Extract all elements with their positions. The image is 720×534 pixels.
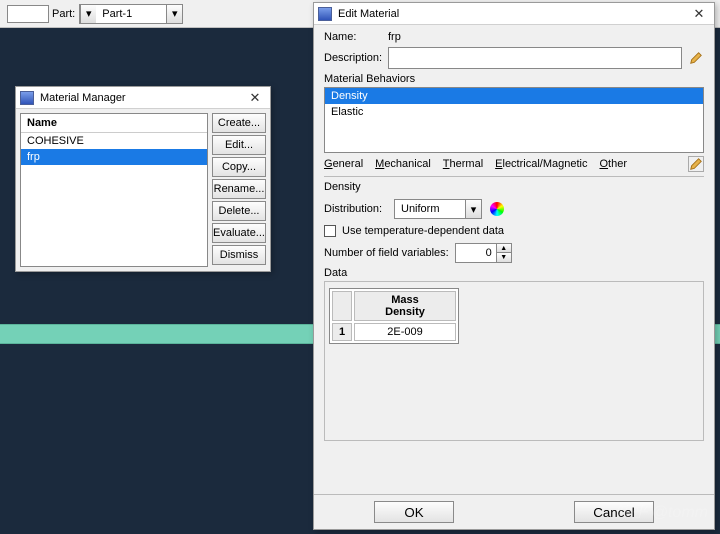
distribution-combo[interactable]: Uniform ▾ bbox=[394, 199, 482, 219]
part-label: Part: bbox=[52, 8, 75, 20]
behaviors-label: Material Behaviors bbox=[324, 73, 704, 85]
temperature-checkbox[interactable]: Use temperature-dependent data bbox=[324, 225, 704, 237]
behavior-item[interactable]: Density bbox=[325, 88, 703, 104]
table-col-header: MassDensity bbox=[354, 291, 456, 321]
edit-material-window: Edit Material ✕ Name: frp Description: M… bbox=[313, 2, 715, 530]
close-icon[interactable]: ✕ bbox=[688, 5, 710, 23]
create-button[interactable]: Create... bbox=[212, 113, 266, 133]
color-icon[interactable] bbox=[490, 202, 504, 216]
data-frame: MassDensity 1 2E-009 bbox=[324, 281, 704, 441]
material-manager-window: Material Manager ✕ Name COHESIVE frp Cre… bbox=[15, 86, 271, 272]
description-label: Description: bbox=[324, 52, 388, 64]
menu-thermal[interactable]: Thermal bbox=[443, 158, 483, 170]
density-table[interactable]: MassDensity 1 2E-009 bbox=[329, 288, 459, 344]
material-list[interactable]: Name COHESIVE frp bbox=[20, 113, 208, 267]
name-label: Name: bbox=[324, 31, 388, 43]
edit-button[interactable]: Edit... bbox=[212, 135, 266, 155]
watermark: 知乎 @tomm bbox=[615, 498, 708, 522]
behaviors-list[interactable]: Density Elastic bbox=[324, 87, 704, 153]
copy-button[interactable]: Copy... bbox=[212, 157, 266, 177]
part-combo-value: Part-1 bbox=[96, 6, 166, 22]
field-vars-label: Number of field variables: bbox=[324, 247, 449, 259]
distribution-label: Distribution: bbox=[324, 203, 394, 215]
density-title: Density bbox=[324, 181, 704, 193]
field-vars-value: 0 bbox=[456, 245, 496, 261]
menu-other[interactable]: Other bbox=[599, 158, 627, 170]
evaluate-button[interactable]: Evaluate... bbox=[212, 223, 266, 243]
menu-mechanical[interactable]: Mechanical bbox=[375, 158, 431, 170]
app-icon bbox=[318, 7, 332, 21]
close-icon[interactable]: ✕ bbox=[244, 89, 266, 107]
data-label: Data bbox=[324, 267, 704, 279]
material-list-header: Name bbox=[21, 114, 207, 133]
material-list-item[interactable]: COHESIVE bbox=[21, 133, 207, 149]
step-down-icon[interactable]: ▼ bbox=[497, 253, 511, 262]
name-value: frp bbox=[388, 31, 401, 43]
edit-material-titlebar: Edit Material ✕ bbox=[314, 3, 714, 25]
material-manager-titlebar: Material Manager ✕ bbox=[16, 87, 270, 109]
menu-electrical[interactable]: Electrical/Magnetic bbox=[495, 158, 587, 170]
description-input[interactable] bbox=[388, 47, 682, 69]
app-icon bbox=[20, 91, 34, 105]
chevron-down-icon[interactable]: ▾ bbox=[465, 200, 481, 218]
temperature-checkbox-label: Use temperature-dependent data bbox=[342, 225, 504, 237]
menu-general[interactable]: General bbox=[324, 158, 363, 170]
pencil-icon[interactable] bbox=[688, 156, 704, 172]
ok-button[interactable]: OK bbox=[374, 501, 454, 523]
material-manager-title: Material Manager bbox=[40, 92, 244, 104]
table-cell[interactable]: 2E-009 bbox=[354, 323, 456, 341]
checkbox-box[interactable] bbox=[324, 225, 336, 237]
field-vars-stepper[interactable]: 0 ▲ ▼ bbox=[455, 243, 512, 263]
behavior-menu: General Mechanical Thermal Electrical/Ma… bbox=[324, 153, 704, 177]
step-up-icon[interactable]: ▲ bbox=[497, 244, 511, 253]
dismiss-button[interactable]: Dismiss bbox=[212, 245, 266, 265]
table-corner bbox=[332, 291, 352, 321]
table-row[interactable]: 1 2E-009 bbox=[332, 323, 456, 341]
distribution-value: Uniform bbox=[395, 201, 465, 217]
toolbar-segment[interactable] bbox=[7, 5, 49, 23]
chevron-down-icon[interactable]: ▾ bbox=[80, 5, 96, 23]
chevron-down-icon[interactable]: ▾ bbox=[166, 5, 182, 23]
material-list-item[interactable]: frp bbox=[21, 149, 207, 165]
behavior-item[interactable]: Elastic bbox=[325, 104, 703, 120]
delete-button[interactable]: Delete... bbox=[212, 201, 266, 221]
table-row-number: 1 bbox=[332, 323, 352, 341]
edit-material-title: Edit Material bbox=[338, 8, 688, 20]
part-combo[interactable]: ▾ Part-1 ▾ bbox=[79, 4, 183, 24]
rename-button[interactable]: Rename... bbox=[212, 179, 266, 199]
pencil-icon[interactable] bbox=[688, 50, 704, 66]
